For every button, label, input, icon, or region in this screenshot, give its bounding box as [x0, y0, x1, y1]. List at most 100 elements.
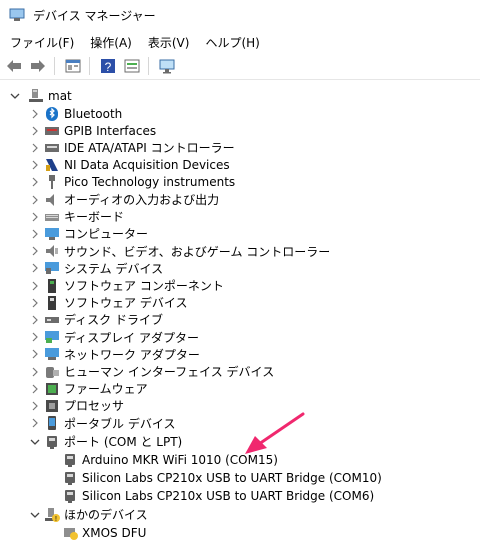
category-label: IDE ATA/ATAPI コントローラー [64, 141, 235, 156]
port-device-icon [65, 453, 75, 467]
forward-button[interactable] [28, 56, 48, 76]
category-label: ネットワーク アダプター [64, 347, 200, 362]
properties-icon [65, 59, 81, 73]
toolbar-separator [148, 57, 149, 75]
tree-category[interactable]: システム デバイス [30, 260, 163, 277]
view-button[interactable] [122, 56, 142, 76]
display-adapter-icon [45, 331, 59, 344]
category-label: キーボード [64, 210, 125, 225]
tree-category[interactable]: コンピューター [30, 225, 148, 242]
chevron-right-icon[interactable] [30, 315, 40, 325]
tree-category[interactable]: ソフトウェア デバイス [30, 294, 187, 311]
tree-category[interactable]: オーディオの入力および出力 [30, 191, 219, 208]
tree-category[interactable]: Pico Technology instruments [30, 174, 235, 191]
scan-hardware-button[interactable] [157, 56, 177, 76]
toolbar-separator [89, 57, 90, 75]
port-device-icon [65, 489, 75, 503]
chevron-right-icon[interactable] [30, 332, 40, 342]
tree-category[interactable]: GPIB Interfaces [30, 122, 156, 139]
tree-category[interactable]: Bluetooth [30, 105, 122, 122]
chevron-right-icon[interactable] [30, 384, 40, 394]
category-label: ディスク ドライブ [64, 313, 163, 328]
port-icon [47, 435, 57, 449]
toolbar-separator [54, 57, 55, 75]
chevron-right-icon[interactable] [30, 229, 40, 239]
tree-category[interactable]: ディスク ドライブ [30, 311, 163, 328]
tree-category[interactable]: IDE ATA/ATAPI コントローラー [30, 139, 235, 156]
tree-category[interactable]: ファームウェア [30, 380, 148, 397]
chevron-right-icon[interactable] [30, 195, 40, 205]
category-label: ディスプレイ アダプター [64, 330, 199, 345]
unknown-device-icon: ! [45, 507, 60, 523]
chevron-right-icon[interactable] [30, 143, 40, 153]
tree-category[interactable]: ヒューマン インターフェイス デバイス [30, 363, 274, 380]
system-device-icon [45, 262, 59, 275]
computer-root-icon [29, 88, 43, 102]
chevron-right-icon[interactable] [30, 298, 40, 308]
processor-icon [46, 399, 58, 412]
forward-arrow-icon [31, 60, 45, 72]
view-panel-icon [124, 59, 140, 73]
category-label: Pico Technology instruments [64, 175, 236, 190]
chevron-right-icon[interactable] [30, 401, 40, 411]
window-title: デバイス マネージャー [33, 8, 156, 23]
category-label: ソフトウェア コンポーネント [64, 279, 224, 293]
tree-category-ports[interactable]: ポート (COM と LPT) [30, 433, 182, 450]
menu-action[interactable]: 操作(A) [90, 32, 132, 53]
chevron-down-icon[interactable] [30, 510, 40, 520]
category-label: Bluetooth [64, 106, 123, 121]
category-label: オーディオの入力および出力 [64, 193, 220, 207]
category-label: コンピューター [64, 227, 149, 242]
chevron-right-icon[interactable] [30, 263, 40, 273]
tree-category[interactable]: プロセッサ [30, 397, 124, 414]
chevron-right-icon[interactable] [30, 281, 40, 291]
category-label: ファームウェア [64, 382, 148, 397]
svg-text:?: ? [105, 60, 112, 74]
back-button[interactable] [4, 56, 24, 76]
menu-file[interactable]: ファイル(F) [10, 32, 74, 53]
chevron-down-icon[interactable] [30, 437, 40, 447]
tree-category[interactable]: キーボード [30, 208, 124, 225]
svg-text:!: ! [55, 516, 57, 523]
help-button[interactable]: ? [98, 56, 118, 76]
port-device-icon [65, 471, 75, 485]
tree-root[interactable]: mat [10, 87, 72, 104]
help-icon: ? [101, 59, 115, 74]
chevron-right-icon[interactable] [30, 126, 40, 136]
portable-device-icon [48, 416, 56, 431]
root-label: mat [48, 88, 72, 103]
tree-category[interactable]: ポータブル デバイス [30, 415, 175, 432]
properties-button[interactable] [63, 56, 83, 76]
tree-device-xmos-dfu[interactable]: XMOS DFU [62, 524, 146, 541]
chevron-right-icon[interactable] [30, 367, 40, 377]
category-label: GPIB Interfaces [64, 123, 157, 138]
menu-bar: ファイル(F) 操作(A) 表示(V) ヘルプ(H) [0, 31, 480, 53]
tree-category-other[interactable]: ! ほかのデバイス [30, 506, 148, 523]
title-bar: デバイス マネージャー [0, 0, 480, 30]
speaker-icon [46, 193, 54, 206]
menu-view[interactable]: 表示(V) [148, 32, 190, 53]
annotation-arrow-icon [245, 412, 305, 454]
tree-category[interactable]: NI Data Acquisition Devices [30, 157, 230, 174]
back-arrow-icon [7, 60, 21, 72]
chevron-right-icon[interactable] [30, 177, 40, 187]
tree-category[interactable]: ネットワーク アダプター [30, 346, 200, 363]
gpib-icon [45, 126, 59, 135]
category-label: ポータブル デバイス [64, 416, 176, 431]
chevron-right-icon[interactable] [30, 160, 40, 170]
tree-category[interactable]: ディスプレイ アダプター [30, 329, 199, 346]
tree-category[interactable]: ソフトウェア コンポーネント [30, 277, 224, 294]
tree-device-cp210x-com10[interactable]: Silicon Labs CP210x USB to UART Bridge (… [62, 469, 382, 486]
menu-help[interactable]: ヘルプ(H) [205, 32, 259, 53]
tree-category[interactable]: サウンド、ビデオ、およびゲーム コントローラー [30, 243, 330, 260]
keyboard-icon [45, 213, 59, 221]
device-label: Silicon Labs CP210x USB to UART Bridge (… [82, 470, 382, 485]
tree-device-cp210x-com6[interactable]: Silicon Labs CP210x USB to UART Bridge (… [62, 487, 374, 504]
chevron-right-icon[interactable] [30, 418, 40, 428]
chevron-right-icon[interactable] [30, 246, 40, 256]
chevron-right-icon[interactable] [30, 349, 40, 359]
chevron-down-icon[interactable] [10, 91, 20, 101]
chevron-right-icon[interactable] [30, 109, 40, 119]
ni-daq-icon [46, 159, 58, 172]
chevron-right-icon[interactable] [30, 212, 40, 222]
